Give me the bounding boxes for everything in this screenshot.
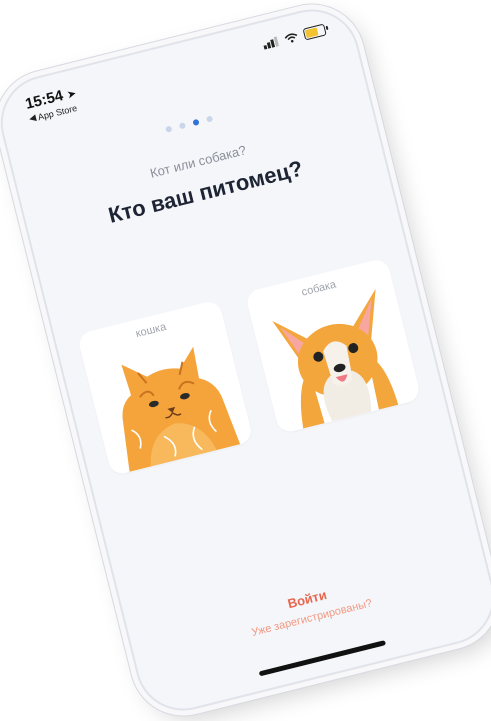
cat-choice-card[interactable]: кошка — [76, 299, 254, 477]
already-registered-text: Уже зарегистрированы? — [250, 597, 374, 639]
phone-screen: 15:54 ➤ ◀ App Store Кот или собака? Кто … — [0, 0, 491, 721]
status-icons — [262, 23, 327, 51]
login-button[interactable]: Войти — [129, 548, 485, 650]
dog-choice-card[interactable]: собака — [244, 257, 422, 435]
wifi-icon — [284, 33, 298, 43]
pet-choices: кошка собака — [76, 257, 422, 477]
battery-icon — [302, 23, 327, 41]
page-dot — [178, 122, 186, 130]
page-dot-active — [191, 118, 200, 127]
status-bar: 15:54 ➤ ◀ App Store — [24, 22, 331, 126]
page-dot — [164, 125, 172, 133]
cellular-signal-icon — [263, 36, 279, 50]
back-triangle-icon: ◀ — [27, 112, 38, 124]
location-arrow-icon: ➤ — [65, 87, 78, 102]
page-dot — [205, 115, 213, 123]
home-indicator[interactable] — [258, 640, 386, 677]
